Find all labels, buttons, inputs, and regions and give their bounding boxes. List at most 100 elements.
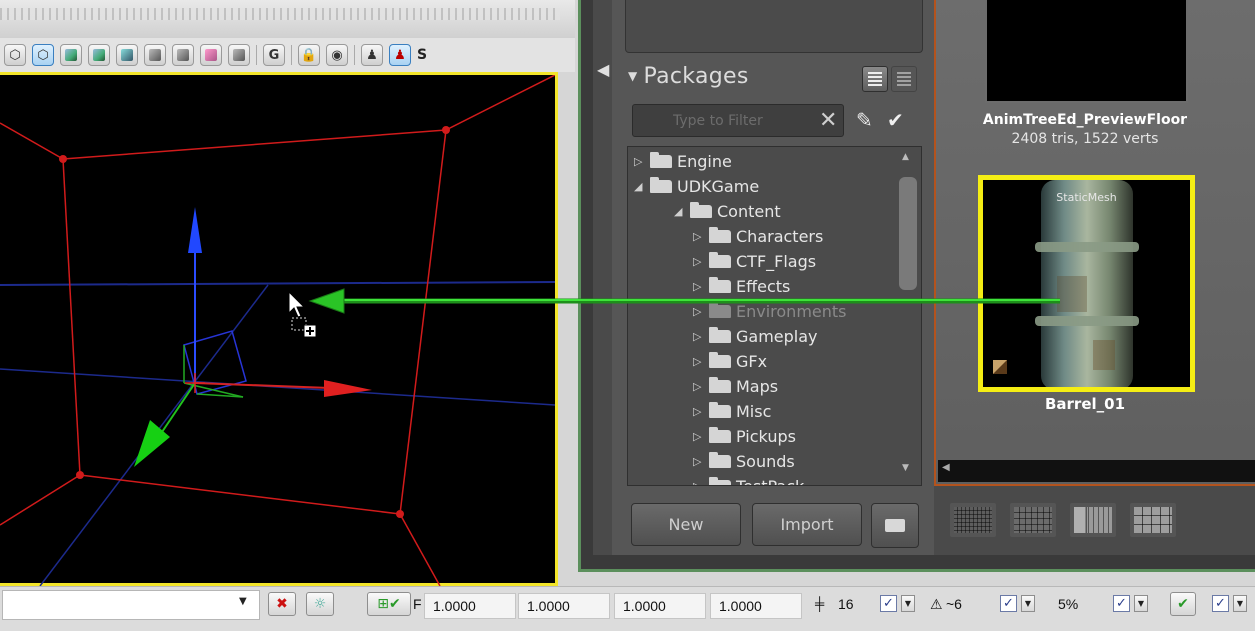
game-view-toggle[interactable]: G bbox=[263, 44, 285, 66]
expand-icon[interactable]: ▷ bbox=[693, 330, 709, 343]
collapse-panel-icon[interactable]: ◀ bbox=[597, 60, 609, 79]
no-actor-icon[interactable]: ✖ bbox=[268, 592, 296, 616]
tree-item-engine[interactable]: ▷ Engine bbox=[634, 149, 732, 174]
lit-view-icon[interactable] bbox=[88, 44, 110, 66]
new-package-button[interactable]: New bbox=[631, 503, 741, 546]
tree-item-testpack[interactable]: ▷ TestPack bbox=[693, 474, 804, 485]
status-checkbox[interactable]: ✓ bbox=[1212, 595, 1229, 612]
folder-icon bbox=[690, 202, 712, 218]
folder-icon bbox=[709, 402, 731, 418]
asset-type-label: StaticMesh bbox=[1056, 191, 1117, 204]
tree-item-label: Gameplay bbox=[736, 327, 818, 346]
tree-item-misc[interactable]: ▷ Misc bbox=[693, 399, 771, 424]
drag-arrow bbox=[308, 288, 1060, 314]
expand-icon[interactable]: ▷ bbox=[693, 430, 709, 443]
expand-icon[interactable]: ▷ bbox=[693, 480, 709, 485]
expand-icon[interactable]: ▷ bbox=[693, 255, 709, 268]
collapse-packages-icon[interactable]: ▼ bbox=[628, 69, 638, 83]
folder-icon bbox=[709, 252, 731, 268]
thumbnail-size-small-button[interactable] bbox=[950, 503, 996, 537]
tree-item-characters[interactable]: ▷ Characters bbox=[693, 224, 823, 249]
rotation-snap-dropdown[interactable]: ▼ bbox=[1021, 595, 1035, 612]
packages-header[interactable]: ▼ Packages bbox=[628, 64, 749, 89]
expand-icon[interactable]: ▷ bbox=[693, 405, 709, 418]
package-filter-input[interactable] bbox=[632, 104, 844, 137]
tree-view-button[interactable] bbox=[891, 66, 917, 92]
pencil-icon[interactable]: ✎ bbox=[856, 108, 873, 132]
tree-item-maps[interactable]: ▷ Maps bbox=[693, 374, 778, 399]
eye-icon[interactable]: ◉ bbox=[326, 44, 348, 66]
brush-edge bbox=[0, 474, 81, 526]
folder-icon bbox=[709, 452, 731, 468]
expand-icon[interactable]: ▷ bbox=[693, 230, 709, 243]
status-combo-box[interactable] bbox=[2, 590, 260, 620]
rotation-snap-checkbox[interactable]: ✓ bbox=[1000, 595, 1017, 612]
grid-snap-dropdown[interactable]: ▼ bbox=[901, 595, 915, 612]
expand-icon[interactable]: ▷ bbox=[693, 355, 709, 368]
lighting-only-icon[interactable] bbox=[144, 44, 166, 66]
unlit-view-icon[interactable] bbox=[60, 44, 82, 66]
light-bulb-icon[interactable]: ☼ bbox=[306, 592, 334, 616]
lock-icon[interactable]: 🔒 bbox=[298, 44, 320, 66]
scale-snap-checkbox[interactable]: ✓ bbox=[1113, 595, 1130, 612]
combo-dropdown-icon[interactable]: ▼ bbox=[239, 596, 247, 607]
light-complexity-icon[interactable] bbox=[172, 44, 194, 66]
tree-item-gfx[interactable]: ▷ GFx bbox=[693, 349, 767, 374]
tree-item-content[interactable]: ◢ Content bbox=[674, 199, 781, 224]
perspective-viewport[interactable] bbox=[0, 72, 558, 587]
texture-density-icon[interactable] bbox=[200, 44, 222, 66]
shader-complexity-icon[interactable] bbox=[228, 44, 250, 66]
tree-item-sounds[interactable]: ▷ Sounds bbox=[693, 449, 795, 474]
drawscale-field[interactable]: 1.0000 bbox=[424, 593, 516, 619]
tree-item-gameplay[interactable]: ▷ Gameplay bbox=[693, 324, 818, 349]
import-button[interactable]: Import bbox=[752, 503, 862, 546]
list-view-button[interactable] bbox=[862, 66, 888, 92]
tree-item-label: Misc bbox=[736, 402, 772, 421]
open-folder-button[interactable] bbox=[871, 503, 919, 548]
tree-item-udkgame[interactable]: ◢ UDKGame bbox=[634, 174, 759, 199]
thumbnail-size-split-button[interactable] bbox=[1070, 503, 1116, 537]
drawscale-x-field[interactable]: 1.0000 bbox=[518, 593, 610, 619]
drawscale-y-field[interactable]: 1.0000 bbox=[614, 593, 706, 619]
brush-wireframe-view-icon[interactable]: ⬡ bbox=[32, 44, 54, 66]
status-dropdown[interactable]: ▼ bbox=[1233, 595, 1247, 612]
collapse-icon[interactable]: ◢ bbox=[674, 205, 690, 218]
drawscale-z-field[interactable]: 1.0000 bbox=[710, 593, 802, 619]
tree-item-ctf-flags[interactable]: ▷ CTF_Flags bbox=[693, 249, 816, 274]
collapse-icon[interactable]: ◢ bbox=[634, 180, 650, 193]
grid-snap-checkbox[interactable]: ✓ bbox=[880, 595, 897, 612]
scale-snap-value: 5% bbox=[1058, 596, 1079, 612]
asset-horizontal-scrollbar[interactable] bbox=[938, 460, 1255, 482]
scroll-up-icon[interactable]: ▲ bbox=[902, 152, 909, 162]
brush-edge bbox=[399, 129, 447, 515]
scroll-left-icon[interactable]: ◀ bbox=[942, 462, 950, 473]
tree-item-pickups[interactable]: ▷ Pickups bbox=[693, 424, 796, 449]
expand-icon[interactable]: ▷ bbox=[693, 380, 709, 393]
expand-icon[interactable]: ▷ bbox=[634, 155, 650, 168]
clear-filter-icon[interactable]: ✕ bbox=[819, 108, 837, 133]
autosave-icon[interactable]: ✔ bbox=[1170, 592, 1196, 616]
tree-item-label: Characters bbox=[736, 227, 824, 246]
folder-icon bbox=[709, 427, 731, 443]
thumbnail-size-medium-button[interactable] bbox=[1010, 503, 1056, 537]
tree-item-label: GFx bbox=[736, 352, 768, 371]
expand-icon[interactable]: ▷ bbox=[693, 455, 709, 468]
brush-edge bbox=[445, 74, 556, 131]
wireframe-view-icon[interactable]: ⬡ bbox=[4, 44, 26, 66]
play-in-viewport-icon[interactable]: ♟ bbox=[361, 44, 383, 66]
scroll-down-icon[interactable]: ▼ bbox=[902, 463, 909, 473]
x-axis bbox=[194, 382, 331, 389]
viewport-scene bbox=[0, 74, 556, 587]
folder-icon bbox=[709, 477, 731, 485]
drag-grid-check-icon[interactable]: ⊞✔ bbox=[367, 592, 411, 616]
tree-scroll-thumb[interactable] bbox=[899, 177, 917, 290]
scale-snap-dropdown[interactable]: ▼ bbox=[1134, 595, 1148, 612]
play-in-editor-icon[interactable]: ♟ bbox=[389, 44, 411, 66]
asset-thumbnail-barrel[interactable] bbox=[978, 175, 1195, 392]
asset-thumbnail-floor[interactable] bbox=[985, 0, 1188, 103]
detail-lighting-icon[interactable] bbox=[116, 44, 138, 66]
check-icon[interactable]: ✔ bbox=[887, 108, 904, 132]
thumbnail-size-large-button[interactable] bbox=[1130, 503, 1176, 537]
toolbar-trailing-label: S bbox=[417, 47, 428, 63]
brush-vertex bbox=[396, 510, 404, 518]
